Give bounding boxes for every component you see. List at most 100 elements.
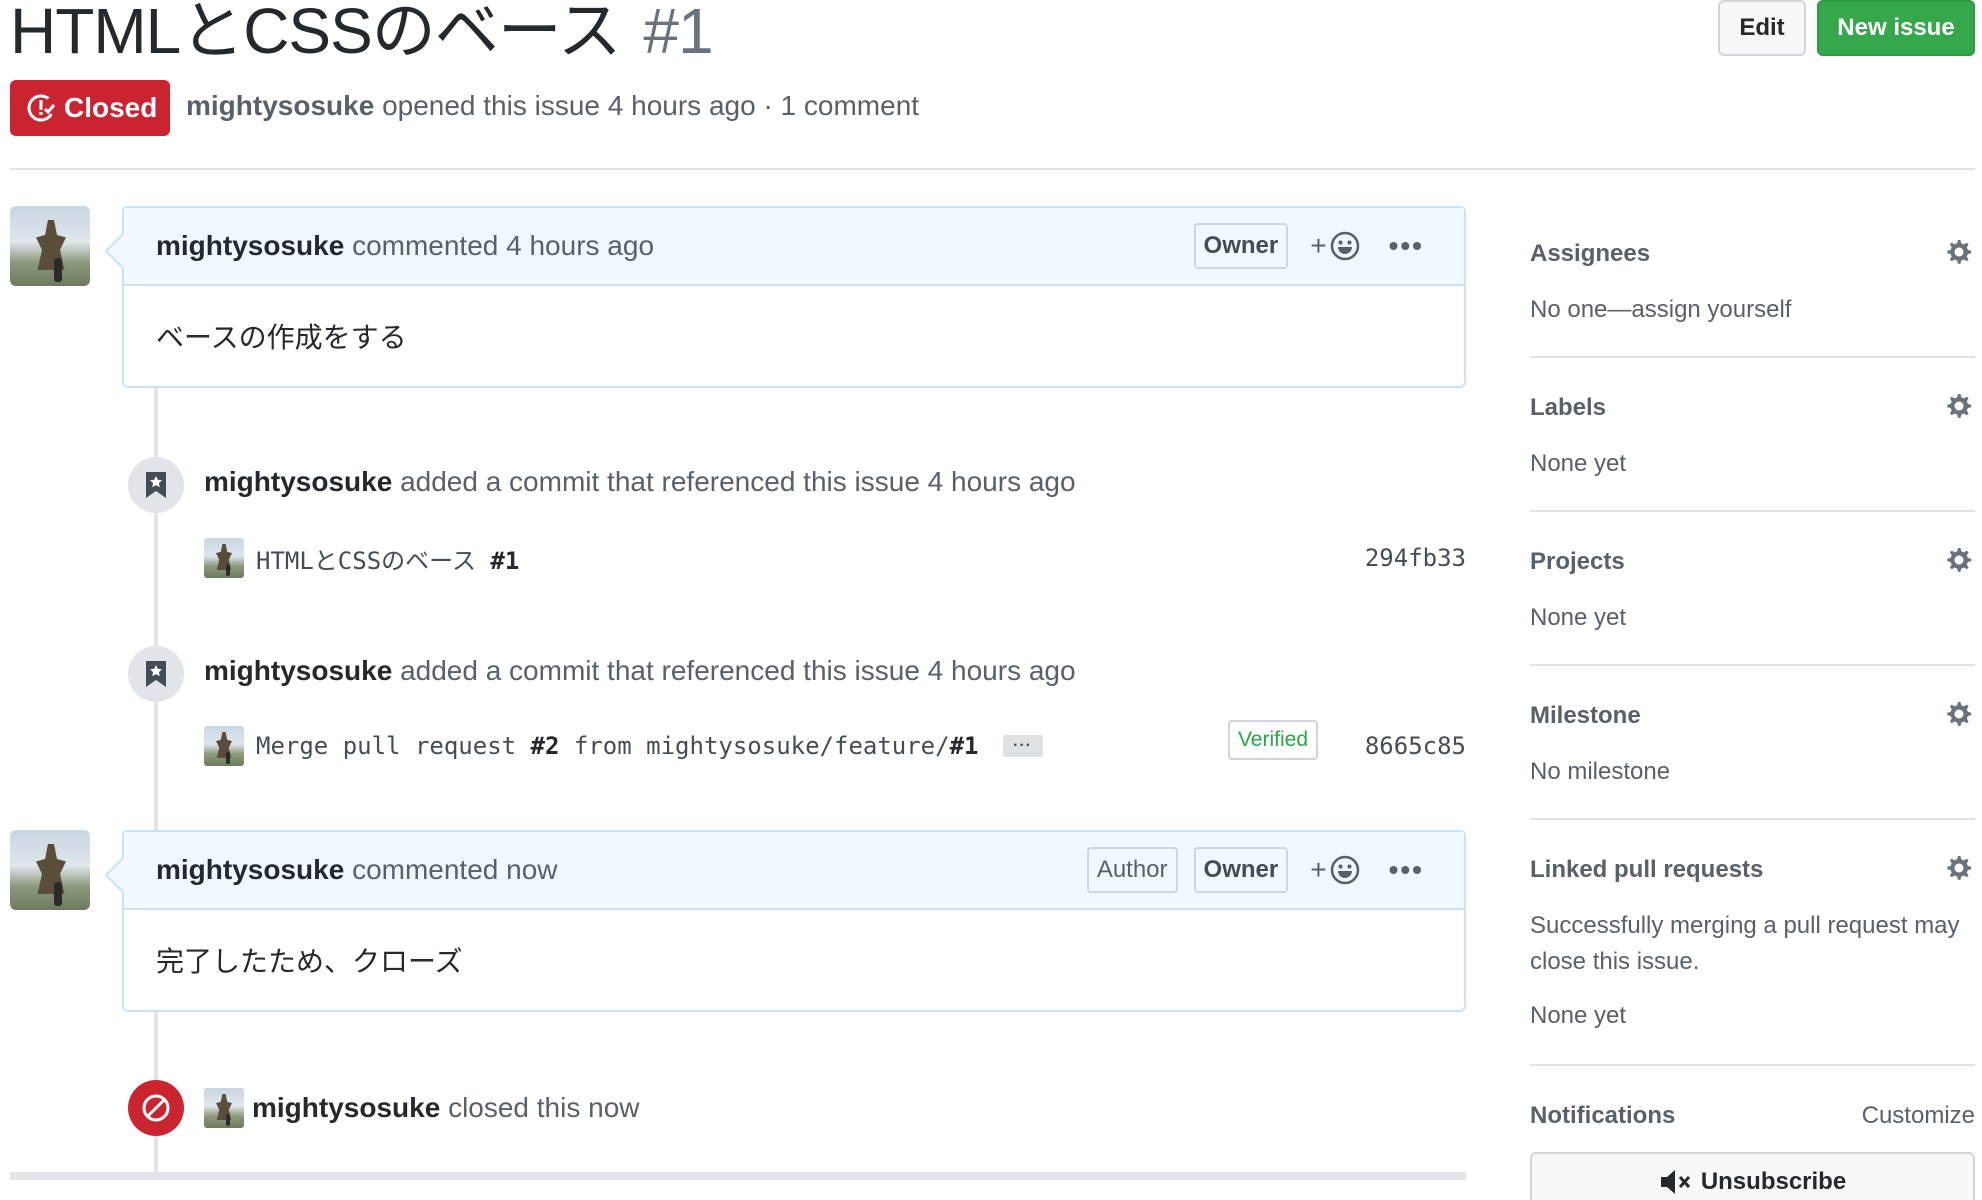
comment-body: ベースの作成をする bbox=[156, 322, 407, 353]
header-divider bbox=[10, 168, 1975, 170]
event-text: mightysosuke added a commit that referen… bbox=[204, 466, 1076, 498]
issue-author-link[interactable]: mightysosuke bbox=[186, 90, 374, 121]
author-badge: Author bbox=[1086, 847, 1178, 893]
sidebar-linked-prs-desc: Successfully merging a pull request may … bbox=[1530, 912, 1960, 975]
comment-meta: mightysosuke commented now bbox=[156, 854, 1071, 886]
sidebar-labels-title[interactable]: Labels bbox=[1530, 394, 1975, 422]
bookmark-icon bbox=[146, 472, 166, 498]
commit-row: Merge pull request #2 from mightysosuke/… bbox=[204, 720, 1466, 766]
sidebar-divider bbox=[1530, 510, 1975, 512]
sidebar-linked-prs-title[interactable]: Linked pull requests bbox=[1530, 856, 1975, 884]
sidebar-labels: Labels None yet bbox=[1530, 394, 1975, 482]
owner-badge: Owner bbox=[1193, 847, 1289, 893]
sidebar-divider bbox=[1530, 818, 1975, 820]
kebab-horizontal-icon[interactable]: ••• bbox=[1389, 854, 1424, 886]
sidebar-milestone-value: No milestone bbox=[1530, 758, 1671, 785]
add-reaction-button[interactable]: + bbox=[1310, 230, 1360, 262]
customize-link[interactable]: Customize bbox=[1862, 1102, 1975, 1130]
closed-event-badge bbox=[128, 1080, 184, 1136]
gear-icon[interactable] bbox=[1943, 698, 1975, 730]
commit-sha-link[interactable]: 8665c85 bbox=[1365, 732, 1466, 760]
add-reaction-button[interactable]: + bbox=[1310, 854, 1360, 886]
issue-number: #1 bbox=[643, 0, 713, 67]
mute-icon bbox=[1660, 1170, 1690, 1194]
smiley-icon bbox=[1330, 231, 1359, 261]
gear-icon[interactable] bbox=[1943, 390, 1975, 422]
commit-message-text: from mightysosuke/feature/ bbox=[559, 732, 950, 760]
closed-event: mightysosuke closed this now bbox=[204, 1088, 640, 1128]
sidebar-milestone: Milestone No milestone bbox=[1530, 702, 1975, 790]
commit-pr-ref[interactable]: #2 bbox=[531, 732, 560, 760]
status-label: Closed bbox=[64, 92, 158, 123]
comment-author-link[interactable]: mightysosuke bbox=[156, 230, 344, 261]
comment-header: mightysosuke commented 4 hours ago Owner… bbox=[124, 208, 1464, 286]
event-author-link[interactable]: mightysosuke bbox=[204, 655, 392, 686]
timeline-end-divider bbox=[10, 1172, 1466, 1180]
status-badge: Closed bbox=[10, 80, 170, 136]
reaction-plus: + bbox=[1310, 854, 1327, 885]
kebab-horizontal-icon[interactable]: ••• bbox=[1389, 230, 1424, 262]
commit-message-text: Merge pull request bbox=[256, 732, 531, 760]
comment-header: mightysosuke commented now Author Owner … bbox=[124, 832, 1464, 910]
circle-slash-icon bbox=[142, 1094, 170, 1122]
edit-button[interactable]: Edit bbox=[1718, 0, 1806, 56]
sidebar-projects: Projects None yet bbox=[1530, 548, 1975, 636]
comment-meta: mightysosuke commented 4 hours ago bbox=[156, 230, 1178, 262]
event-author-link[interactable]: mightysosuke bbox=[204, 466, 392, 497]
avatar[interactable] bbox=[204, 538, 244, 578]
comment: mightysosuke commented now Author Owner … bbox=[122, 830, 1466, 1012]
sidebar-assignees: Assignees No one—assign yourself bbox=[1530, 240, 1975, 328]
closed-event-description: closed this now bbox=[448, 1092, 640, 1123]
smiley-icon bbox=[1330, 855, 1359, 885]
event-author-link[interactable]: mightysosuke bbox=[252, 1092, 440, 1123]
verified-badge[interactable]: Verified bbox=[1227, 720, 1318, 760]
sidebar-divider bbox=[1530, 1064, 1975, 1066]
reaction-plus: + bbox=[1310, 230, 1327, 261]
issue-title: HTMLとCSSのベース #1 bbox=[10, 0, 714, 67]
commit-message-link[interactable]: HTMLとCSSのベース #1 bbox=[256, 541, 519, 576]
issue-meta-text: opened this issue 4 hours ago · 1 commen… bbox=[382, 90, 920, 121]
avatar[interactable] bbox=[204, 726, 244, 766]
commit-message-text: HTMLとCSSのベース bbox=[256, 546, 491, 575]
commit-message-link[interactable]: Merge pull request #2 from mightysosuke/… bbox=[256, 732, 979, 760]
bookmark-icon bbox=[146, 661, 166, 687]
event-text: mightysosuke added a commit that referen… bbox=[204, 655, 1076, 687]
new-issue-button[interactable]: New issue bbox=[1817, 0, 1975, 56]
comment: mightysosuke commented 4 hours ago Owner… bbox=[122, 206, 1466, 388]
gear-icon[interactable] bbox=[1943, 544, 1975, 576]
issue-title-text: HTMLとCSSのベース bbox=[10, 0, 622, 67]
issue-closed-icon bbox=[27, 94, 56, 122]
sidebar-projects-value: None yet bbox=[1530, 604, 1627, 631]
commit-row: HTMLとCSSのベース #1 294fb33 bbox=[204, 538, 1466, 578]
commit-issue-ref[interactable]: #1 bbox=[490, 547, 519, 575]
commit-issue-ref[interactable]: #1 bbox=[950, 732, 979, 760]
event-description: added a commit that referenced this issu… bbox=[400, 655, 1076, 686]
owner-badge: Owner bbox=[1193, 223, 1289, 269]
comment-timestamp[interactable]: commented now bbox=[352, 854, 557, 885]
comment-author-link[interactable]: mightysosuke bbox=[156, 854, 344, 885]
event-badge bbox=[128, 646, 184, 702]
sidebar-notifications: Notifications Customize bbox=[1530, 1102, 1975, 1130]
avatar[interactable] bbox=[10, 830, 90, 910]
avatar[interactable] bbox=[204, 1088, 244, 1128]
closed-event-text: mightysosuke closed this now bbox=[252, 1092, 640, 1124]
commit-sha-link[interactable]: 294fb33 bbox=[1365, 544, 1466, 572]
unsubscribe-button[interactable]: Unsubscribe bbox=[1530, 1152, 1975, 1200]
sidebar-linked-prs-value: None yet bbox=[1530, 1002, 1627, 1029]
expand-commit-button[interactable]: ··· bbox=[1002, 735, 1043, 757]
avatar[interactable] bbox=[10, 206, 90, 286]
unsubscribe-label: Unsubscribe bbox=[1700, 1168, 1847, 1195]
gear-icon[interactable] bbox=[1943, 852, 1975, 884]
comment-body: 完了したため、クローズ bbox=[156, 946, 463, 977]
sidebar-projects-title[interactable]: Projects bbox=[1530, 548, 1975, 576]
sidebar-divider bbox=[1530, 356, 1975, 358]
gear-icon[interactable] bbox=[1943, 236, 1975, 268]
sidebar-assignees-title[interactable]: Assignees bbox=[1530, 240, 1975, 268]
sidebar-divider bbox=[1530, 664, 1975, 666]
sidebar-milestone-title[interactable]: Milestone bbox=[1530, 702, 1975, 730]
event-badge bbox=[128, 457, 184, 513]
comment-timestamp[interactable]: commented 4 hours ago bbox=[352, 230, 654, 261]
event-description: added a commit that referenced this issu… bbox=[400, 466, 1076, 497]
assign-yourself-link[interactable]: No one—assign yourself bbox=[1530, 292, 1975, 328]
sidebar-labels-value: None yet bbox=[1530, 450, 1627, 477]
